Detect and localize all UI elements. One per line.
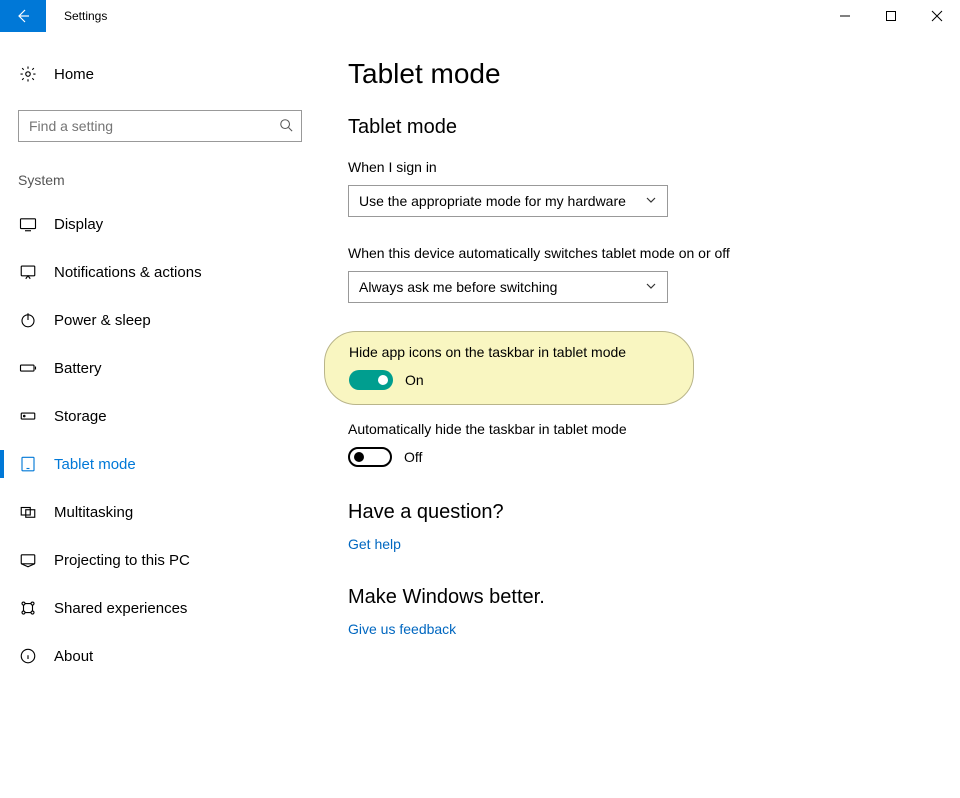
sidebar-item-label: Battery [54, 360, 102, 377]
auto-switch-label: When this device automatically switches … [348, 245, 932, 261]
projecting-icon [18, 551, 38, 569]
sidebar-item-tablet-mode[interactable]: Tablet mode [18, 440, 302, 488]
home-nav[interactable]: Home [18, 50, 302, 98]
sidebar-item-multitasking[interactable]: Multitasking [18, 488, 302, 536]
sidebar-item-power[interactable]: Power & sleep [18, 296, 302, 344]
hide-icons-state: On [405, 372, 424, 388]
sidebar-item-label: Shared experiences [54, 600, 187, 617]
sidebar-item-label: Storage [54, 408, 107, 425]
sidebar-group-label: System [18, 172, 302, 188]
search-icon [279, 118, 293, 135]
maximize-button[interactable] [868, 0, 914, 32]
auto-hide-taskbar-state: Off [404, 449, 422, 465]
sidebar-item-label: Projecting to this PC [54, 552, 190, 569]
about-icon [18, 647, 38, 665]
storage-icon [18, 407, 38, 425]
content-pane: Tablet mode Tablet mode When I sign in U… [320, 32, 960, 798]
get-help-link[interactable]: Get help [348, 536, 401, 552]
search-box[interactable] [18, 110, 302, 142]
section-heading: Tablet mode [348, 116, 932, 139]
maximize-icon [885, 10, 897, 22]
window-title: Settings [46, 0, 822, 32]
sidebar-item-label: About [54, 648, 93, 665]
auto-switch-value: Always ask me before switching [359, 279, 557, 295]
toggle-knob [378, 375, 388, 385]
sidebar-item-label: Display [54, 216, 103, 233]
sidebar-item-label: Power & sleep [54, 312, 151, 329]
close-button[interactable] [914, 0, 960, 32]
battery-icon [18, 359, 38, 377]
chevron-down-icon [645, 193, 657, 209]
hide-icons-label: Hide app icons on the taskbar in tablet … [349, 344, 669, 360]
give-feedback-link[interactable]: Give us feedback [348, 621, 456, 637]
notifications-icon [18, 263, 38, 281]
sidebar: Home System Display Notifications & acti… [0, 32, 320, 798]
sidebar-item-projecting[interactable]: Projecting to this PC [18, 536, 302, 584]
sidebar-item-label: Notifications & actions [54, 264, 202, 281]
auto-hide-taskbar-toggle[interactable] [348, 447, 392, 467]
arrow-left-icon [15, 8, 31, 24]
power-icon [18, 311, 38, 329]
sidebar-item-about[interactable]: About [18, 632, 302, 680]
sidebar-item-storage[interactable]: Storage [18, 392, 302, 440]
titlebar: Settings [0, 0, 960, 32]
sidebar-item-battery[interactable]: Battery [18, 344, 302, 392]
hide-icons-toggle[interactable] [349, 370, 393, 390]
sign-in-label: When I sign in [348, 159, 932, 175]
sidebar-item-notifications[interactable]: Notifications & actions [18, 248, 302, 296]
window-controls [822, 0, 960, 32]
back-button[interactable] [0, 0, 46, 32]
minimize-button[interactable] [822, 0, 868, 32]
sidebar-item-display[interactable]: Display [18, 200, 302, 248]
tablet-mode-icon [18, 455, 38, 473]
toggle-knob [354, 452, 364, 462]
auto-hide-taskbar-label: Automatically hide the taskbar in tablet… [348, 421, 932, 437]
nav-list: Display Notifications & actions Power & … [18, 200, 302, 680]
multitasking-icon [18, 503, 38, 521]
sidebar-item-label: Tablet mode [54, 456, 136, 473]
highlight-box: Hide app icons on the taskbar in tablet … [324, 331, 694, 405]
display-icon [18, 215, 38, 233]
search-input[interactable] [27, 117, 279, 135]
sidebar-item-label: Multitasking [54, 504, 133, 521]
sidebar-item-shared[interactable]: Shared experiences [18, 584, 302, 632]
chevron-down-icon [645, 279, 657, 295]
question-heading: Have a question? [348, 501, 932, 524]
close-icon [931, 10, 943, 22]
shared-experiences-icon [18, 599, 38, 617]
minimize-icon [839, 10, 851, 22]
sign-in-dropdown[interactable]: Use the appropriate mode for my hardware [348, 185, 668, 217]
gear-icon [18, 65, 38, 83]
home-label: Home [54, 66, 94, 83]
auto-switch-dropdown[interactable]: Always ask me before switching [348, 271, 668, 303]
page-title: Tablet mode [348, 58, 932, 90]
feedback-heading: Make Windows better. [348, 586, 932, 609]
sign-in-value: Use the appropriate mode for my hardware [359, 193, 626, 209]
